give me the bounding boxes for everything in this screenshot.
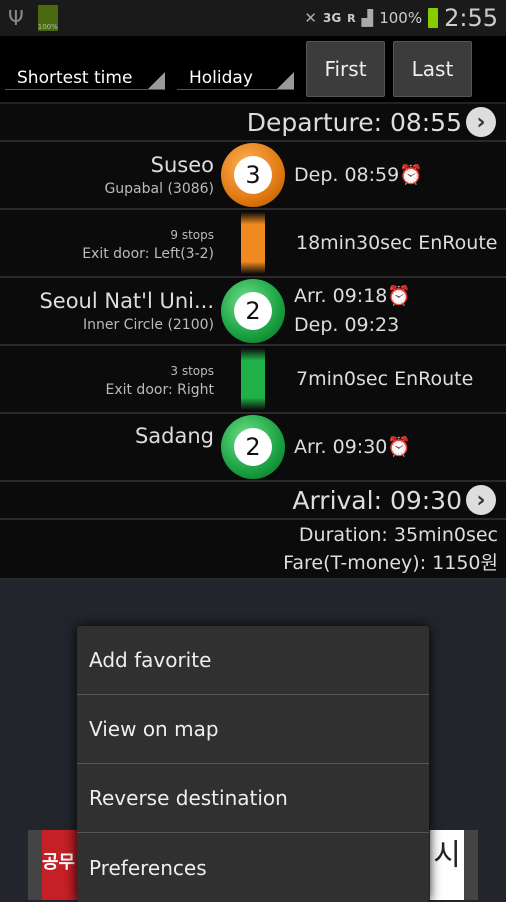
- time: Arr. 09:30: [294, 435, 388, 458]
- alarm-icon[interactable]: ⏰: [387, 436, 411, 458]
- time: Arr. 09:18: [294, 285, 388, 307]
- segment-row: 3 stops Exit door: Right 7min0sec EnRoute: [0, 346, 506, 414]
- station-row: Sadang 2 Arr. 09:30⏰: [0, 414, 506, 482]
- station-row: Suseo Gupabal (3086) 3 Dep. 08:59⏰: [0, 142, 506, 210]
- chevron-right-icon[interactable]: ›: [466, 485, 496, 515]
- stops-count: 3 stops: [170, 364, 214, 378]
- line-badge: 2: [221, 279, 285, 343]
- usb-icon: Ψ: [8, 6, 24, 30]
- total-duration: Duration: 35min0sec: [298, 524, 498, 546]
- segment-duration: 7min0sec EnRoute: [296, 367, 474, 390]
- segment-duration: 18min30sec EnRoute: [296, 231, 498, 254]
- menu-reverse-destination[interactable]: Reverse destination: [77, 764, 429, 833]
- route-list: Departure: 08:55 › Suseo Gupabal (3086) 3…: [0, 104, 506, 580]
- arrival-time: Arrival: 09:30: [292, 485, 462, 515]
- options-menu: Add favorite View on map Reverse destina…: [77, 626, 429, 902]
- first-button[interactable]: First: [306, 41, 385, 97]
- last-button[interactable]: Last: [393, 41, 472, 97]
- battery-icon: [428, 8, 439, 28]
- line-name: Inner Circle (2100): [82, 317, 214, 333]
- line-badge: 2: [221, 415, 285, 479]
- departure-row[interactable]: Departure: 08:55 ›: [0, 104, 506, 142]
- line-connector: [241, 212, 265, 274]
- battery-percent: 100%: [379, 9, 423, 27]
- summary: Duration: 35min0sec Fare(T-money): 1150원: [0, 520, 506, 580]
- station-name: Suseo: [150, 153, 214, 177]
- line-badge: 3: [221, 143, 285, 207]
- toolbar: Shortest time Holiday First Last: [0, 36, 506, 104]
- alarm-icon[interactable]: ⏰: [387, 285, 411, 307]
- day-spinner[interactable]: Holiday: [177, 60, 294, 90]
- battery-small-icon: 100%: [37, 5, 58, 31]
- exit-door: Exit door: Right: [105, 382, 214, 398]
- sort-spinner[interactable]: Shortest time: [5, 60, 165, 90]
- fare: Fare(T-money): 1150원: [283, 552, 498, 574]
- mute-icon: ✕: [304, 9, 317, 27]
- signal-icon: ▟: [361, 9, 374, 27]
- menu-view-on-map[interactable]: View on map: [77, 695, 429, 764]
- line-connector: [241, 348, 265, 410]
- line-name: Gupabal (3086): [104, 181, 214, 197]
- stops-count: 9 stops: [170, 228, 214, 242]
- menu-preferences[interactable]: Preferences: [77, 833, 429, 902]
- departure-time: Departure: 08:55: [246, 107, 462, 137]
- chevron-right-icon[interactable]: ›: [466, 107, 496, 137]
- segment-row: 9 stops Exit door: Left(3-2) 18min30sec E…: [0, 210, 506, 278]
- roaming-indicator: R: [347, 11, 356, 25]
- time: Dep. 09:23: [294, 314, 400, 336]
- arrival-row[interactable]: Arrival: 09:30 ›: [0, 482, 506, 520]
- status-bar: Ψ 100% ✕ 3G R ▟ 100% 2:55: [0, 0, 506, 36]
- network-icon: 3G: [322, 11, 342, 25]
- station-name: Sadang: [134, 424, 214, 448]
- clock: 2:55: [444, 4, 498, 32]
- station-row: Seoul Nat'l Uni... Inner Circle (2100) 2 …: [0, 278, 506, 346]
- exit-door: Exit door: Left(3-2): [82, 246, 214, 262]
- menu-add-favorite[interactable]: Add favorite: [77, 626, 429, 695]
- alarm-icon[interactable]: ⏰: [399, 164, 423, 186]
- station-name: Seoul Nat'l Uni...: [39, 289, 214, 313]
- time: Dep. 08:59: [294, 163, 400, 186]
